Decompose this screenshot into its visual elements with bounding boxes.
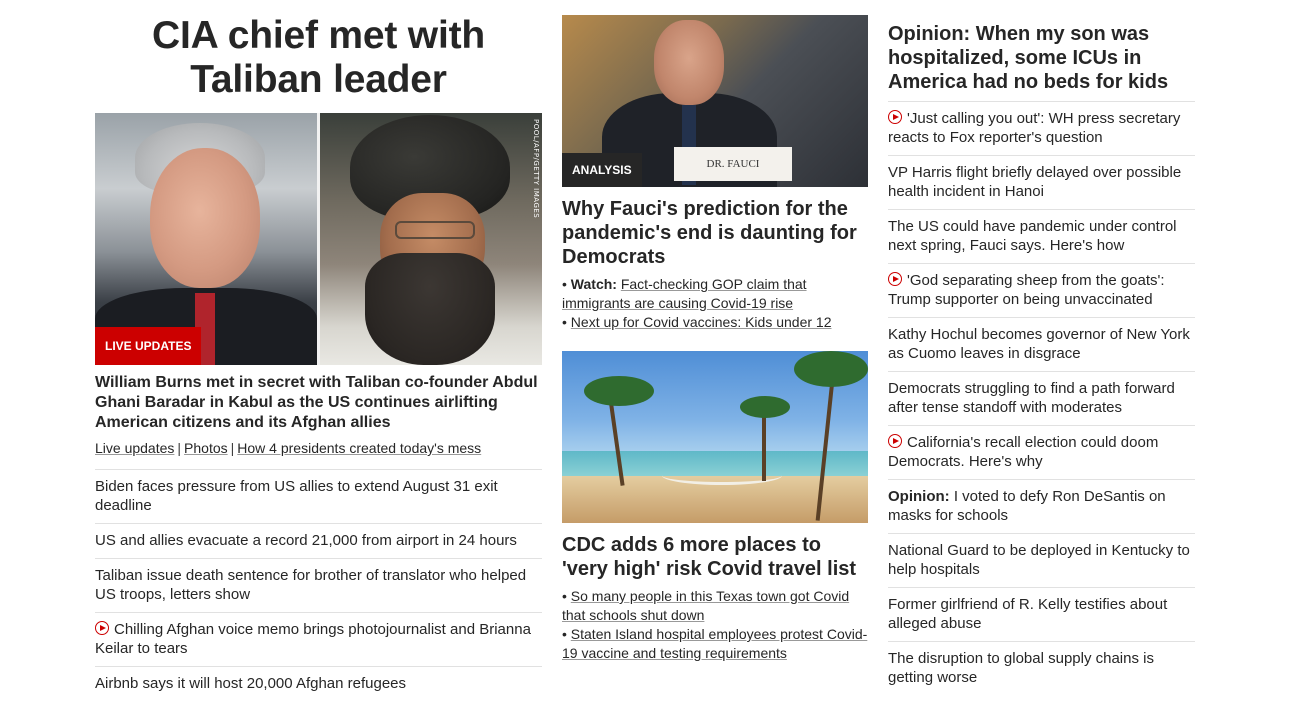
sublink-separator: | [230, 440, 235, 456]
list-item-text: The US could have pandemic under control… [888, 218, 1177, 254]
opinion-label: Opinion: [888, 488, 950, 505]
fauci-headline[interactable]: Why Fauci's prediction for the pandemic'… [562, 197, 868, 269]
list-item-text: 'Just calling you out': WH press secreta… [888, 110, 1181, 146]
list-item-text: 'God separating sheep from the goats': T… [888, 272, 1165, 308]
right-column: Opinion: When my son was hospitalized, s… [888, 0, 1195, 695]
lead-summary[interactable]: William Burns met in secret with Taliban… [95, 373, 542, 433]
cdc-headline[interactable]: CDC adds 6 more places to 'very high' ri… [562, 533, 868, 581]
lead-photo[interactable]: POOL/AFP/GETTY IMAGES LIVE UPDATES [95, 113, 542, 365]
lead-sublinks: Live updates | Photos | How 4 presidents cre… [95, 439, 542, 457]
list-item-text: US and allies evacuate a record 21,000 f… [95, 532, 517, 549]
list-item[interactable]: National Guard to be deployed in Kentuck… [888, 533, 1195, 587]
list-item-text: California's recall election could doom … [888, 434, 1159, 470]
opinion-headline[interactable]: Opinion: When my son was hospitalized, s… [888, 22, 1195, 94]
photo-palm-frond [740, 396, 790, 418]
list-item[interactable]: Taliban issue death sentence for brother… [95, 558, 542, 612]
fauci-photo[interactable]: DR. FAUCI ANALYSIS [562, 15, 868, 187]
list-item[interactable]: 'God separating sheep from the goats': T… [888, 263, 1195, 317]
lead-headline[interactable]: CIA chief met with Taliban leader [95, 14, 542, 102]
bullet-item: • Watch: Fact-checking GOP claim that im… [562, 275, 868, 313]
play-icon [95, 621, 109, 635]
middle-column: DR. FAUCI ANALYSIS Why Fauci's predictio… [562, 0, 868, 663]
bullet-link[interactable]: So many people in this Texas town got Co… [562, 588, 849, 623]
list-item-text: National Guard to be deployed in Kentuck… [888, 542, 1190, 578]
list-item-text: Democrats struggling to find a path forw… [888, 380, 1175, 416]
photo-figure-face [654, 20, 724, 105]
bullet-item: • Next up for Covid vaccines: Kids under… [562, 313, 868, 332]
bullet-marker: • [562, 314, 567, 330]
list-item-text: The disruption to global supply chains i… [888, 650, 1154, 686]
bullet-marker: • [562, 626, 567, 642]
bullet-link[interactable]: Staten Island hospital employees protest… [562, 626, 867, 661]
photo-figure2-beard [365, 253, 495, 365]
presidents-link[interactable]: How 4 presidents created today's mess [237, 440, 481, 456]
list-item[interactable]: Airbnb says it will host 20,000 Afghan r… [95, 666, 542, 701]
nameplate: DR. FAUCI [674, 147, 792, 181]
sublink-separator: | [177, 440, 182, 456]
bullet-item: • Staten Island hospital employees prote… [562, 625, 868, 663]
list-item-text: Biden faces pressure from US allies to e… [95, 478, 498, 514]
play-icon [888, 272, 902, 286]
photo-figure2-glasses [395, 221, 475, 239]
cdc-bullets: • So many people in this Texas town got … [562, 587, 868, 663]
list-item[interactable]: California's recall election could doom … [888, 425, 1195, 479]
live-updates-badge: LIVE UPDATES [95, 327, 202, 365]
headline-list: 'Just calling you out': WH press secreta… [888, 101, 1195, 695]
list-item[interactable]: VP Harris flight briefly delayed over po… [888, 155, 1195, 209]
list-item[interactable]: Opinion: I voted to defy Ron DeSantis on… [888, 479, 1195, 533]
list-item-text: Airbnb says it will host 20,000 Afghan r… [95, 675, 407, 692]
bullet-marker: • [562, 276, 567, 292]
list-item-text: Kathy Hochul becomes governor of New Yor… [888, 326, 1190, 362]
list-item[interactable]: Biden faces pressure from US allies to e… [95, 469, 542, 523]
analysis-badge: ANALYSIS [562, 153, 642, 187]
list-item-text: Chilling Afghan voice memo brings photoj… [95, 621, 531, 657]
play-icon [888, 110, 902, 124]
list-item-text: VP Harris flight briefly delayed over po… [888, 164, 1182, 200]
bullet-marker: • [562, 588, 567, 604]
list-item[interactable]: Kathy Hochul becomes governor of New Yor… [888, 317, 1195, 371]
list-item[interactable]: The disruption to global supply chains i… [888, 641, 1195, 695]
lead-related-list: Biden faces pressure from US allies to e… [95, 469, 542, 701]
photo-figure-face [150, 148, 260, 288]
list-item[interactable]: Democrats struggling to find a path forw… [888, 371, 1195, 425]
photo-credit: POOL/AFP/GETTY IMAGES [532, 119, 540, 219]
bullet-link[interactable]: Next up for Covid vaccines: Kids under 1… [571, 314, 832, 330]
watch-label: Watch: [570, 276, 617, 292]
list-item[interactable]: Chilling Afghan voice memo brings photoj… [95, 612, 542, 666]
bullet-item: • So many people in this Texas town got … [562, 587, 868, 625]
live-updates-link[interactable]: Live updates [95, 440, 174, 456]
list-item[interactable]: US and allies evacuate a record 21,000 f… [95, 523, 542, 558]
photo-palm-frond [584, 376, 654, 406]
lead-column: CIA chief met with Taliban leader POOL/A… [95, 0, 542, 701]
list-item-text: Former girlfriend of R. Kelly testifies … [888, 596, 1168, 632]
fauci-bullets: • Watch: Fact-checking GOP claim that im… [562, 275, 868, 332]
photo-palm-frond [794, 351, 868, 387]
list-item-text: Taliban issue death sentence for brother… [95, 567, 527, 603]
play-icon [888, 434, 902, 448]
beach-photo[interactable] [562, 351, 868, 523]
list-item[interactable]: The US could have pandemic under control… [888, 209, 1195, 263]
list-item[interactable]: 'Just calling you out': WH press secreta… [888, 101, 1195, 155]
list-item[interactable]: Former girlfriend of R. Kelly testifies … [888, 587, 1195, 641]
photos-link[interactable]: Photos [184, 440, 228, 456]
